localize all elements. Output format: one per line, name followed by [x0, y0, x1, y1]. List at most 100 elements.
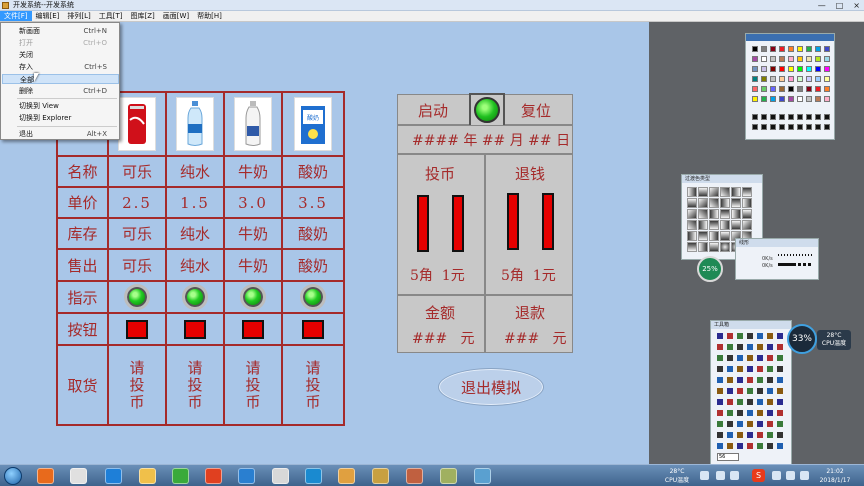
gradient-swatch[interactable] [709, 198, 719, 208]
toolbox-tool-icon[interactable] [727, 421, 733, 427]
toolbox-tool-icon[interactable] [757, 377, 763, 383]
color-swatch[interactable] [815, 46, 821, 52]
toolbox-tool-icon[interactable] [767, 388, 773, 394]
gradient-swatch[interactable] [709, 231, 719, 241]
minimize-button[interactable]: — [818, 0, 826, 11]
gradient-swatch[interactable] [742, 198, 752, 208]
tray-ime-icon[interactable]: S [752, 469, 765, 482]
cloud-icon[interactable] [238, 468, 255, 484]
gradient-swatch[interactable] [731, 220, 741, 230]
file-menu-item-7[interactable]: 切换到 Explorer [2, 113, 119, 123]
color-swatch[interactable] [779, 96, 785, 102]
gradient-swatch[interactable] [709, 187, 719, 197]
gradient-swatch[interactable] [720, 187, 730, 197]
toolbox-tool-icon[interactable] [777, 355, 783, 361]
gradient-swatch[interactable] [720, 198, 730, 208]
toolbox-tool-icon[interactable] [777, 333, 783, 339]
menu-file[interactable]: 文件[F] [0, 11, 32, 21]
color-swatch[interactable] [824, 76, 830, 82]
toolbox-tool-icon[interactable] [717, 421, 723, 427]
toolbox-tool-icon[interactable] [767, 399, 773, 405]
color-swatch[interactable] [806, 124, 812, 130]
toolbox-tool-icon[interactable] [757, 399, 763, 405]
toolbox-tool-icon[interactable] [747, 399, 753, 405]
color-swatch[interactable] [797, 76, 803, 82]
color-swatch[interactable] [797, 56, 803, 62]
toolbox-tool-icon[interactable] [767, 366, 773, 372]
menu-screen[interactable]: 画面[W] [159, 11, 193, 21]
toolbox-tool-icon[interactable] [727, 344, 733, 350]
color-swatch[interactable] [815, 66, 821, 72]
gradient-swatch[interactable] [742, 220, 752, 230]
toolbox-tool-icon[interactable] [737, 399, 743, 405]
gradient-swatch[interactable] [687, 198, 697, 208]
color-swatch[interactable] [788, 96, 794, 102]
color-swatch[interactable] [761, 96, 767, 102]
360-icon[interactable] [172, 468, 189, 484]
color-swatch[interactable] [752, 96, 758, 102]
color-swatch[interactable] [779, 66, 785, 72]
toolbox-tool-icon[interactable] [757, 388, 763, 394]
color-swatch[interactable] [815, 114, 821, 120]
dev-system-icon[interactable] [372, 468, 389, 484]
gradient-swatch[interactable] [731, 198, 741, 208]
toolbox-tool-icon[interactable] [717, 377, 723, 383]
toolbox-tool-icon[interactable] [757, 333, 763, 339]
color-swatch[interactable] [806, 66, 812, 72]
file-menu-item-5[interactable]: 删除 Ctrl+D [2, 86, 119, 96]
toolbox-tool-icon[interactable] [717, 432, 723, 438]
toolbox-tool-icon[interactable] [737, 333, 743, 339]
gradient-swatch[interactable] [720, 220, 730, 230]
color-swatch[interactable] [770, 124, 776, 130]
gradient-swatch[interactable] [720, 242, 730, 252]
qq-browser-icon[interactable] [305, 468, 322, 484]
toolbox-tool-icon[interactable] [767, 377, 773, 383]
color-swatch[interactable] [806, 76, 812, 82]
toolbox-tool-icon[interactable] [717, 443, 723, 449]
color-swatch[interactable] [788, 124, 794, 130]
color-swatch[interactable] [806, 46, 812, 52]
app-grid-icon[interactable] [37, 468, 54, 484]
color-swatch[interactable] [797, 86, 803, 92]
color-swatch[interactable] [770, 46, 776, 52]
toolbox-tool-icon[interactable] [757, 432, 763, 438]
refund-5jiao-slot[interactable] [507, 193, 519, 250]
toolbox-tool-icon[interactable] [737, 443, 743, 449]
color-swatch[interactable] [788, 56, 794, 62]
start-button[interactable] [4, 467, 22, 485]
toolbox-tool-icon[interactable] [777, 410, 783, 416]
folder-icon[interactable] [139, 468, 156, 484]
color-swatch[interactable] [779, 114, 785, 120]
toolbox-field[interactable]: 56 [717, 453, 739, 461]
color-swatch[interactable] [770, 56, 776, 62]
toolbox-tool-icon[interactable] [767, 443, 773, 449]
file-menu-item-8[interactable]: 退出 Alt+X [2, 129, 119, 139]
color-swatch[interactable] [824, 46, 830, 52]
color-swatch[interactable] [770, 86, 776, 92]
toolbox-tool-icon[interactable] [737, 355, 743, 361]
tray-icon[interactable] [786, 471, 795, 480]
toolbox-tool-icon[interactable] [757, 443, 763, 449]
buy-button[interactable] [242, 319, 264, 339]
toolbox-tool-icon[interactable] [717, 333, 723, 339]
gradient-swatch[interactable] [687, 187, 697, 197]
color-swatch[interactable] [806, 96, 812, 102]
toolbox-tool-icon[interactable] [717, 366, 723, 372]
gradient-swatch[interactable] [687, 209, 697, 219]
tray-icon[interactable] [700, 471, 709, 480]
color-swatch[interactable] [806, 56, 812, 62]
gradient-swatch[interactable] [698, 242, 708, 252]
coin-1yuan-slot[interactable] [452, 195, 464, 252]
buy-button[interactable] [184, 319, 206, 339]
toolbox-tool-icon[interactable] [777, 399, 783, 405]
toolbox-tool-icon[interactable] [717, 388, 723, 394]
toolbox-tool-icon[interactable] [727, 333, 733, 339]
menu-help[interactable]: 帮助[H] [193, 11, 226, 21]
image-viewer-icon[interactable] [440, 468, 457, 484]
toolbox-tool-icon[interactable] [767, 344, 773, 350]
color-swatch[interactable] [788, 66, 794, 72]
color-swatch[interactable] [761, 46, 767, 52]
gradient-swatch[interactable] [687, 231, 697, 241]
toolbox-tool-icon[interactable] [747, 443, 753, 449]
toolbox-tool-icon[interactable] [767, 410, 773, 416]
